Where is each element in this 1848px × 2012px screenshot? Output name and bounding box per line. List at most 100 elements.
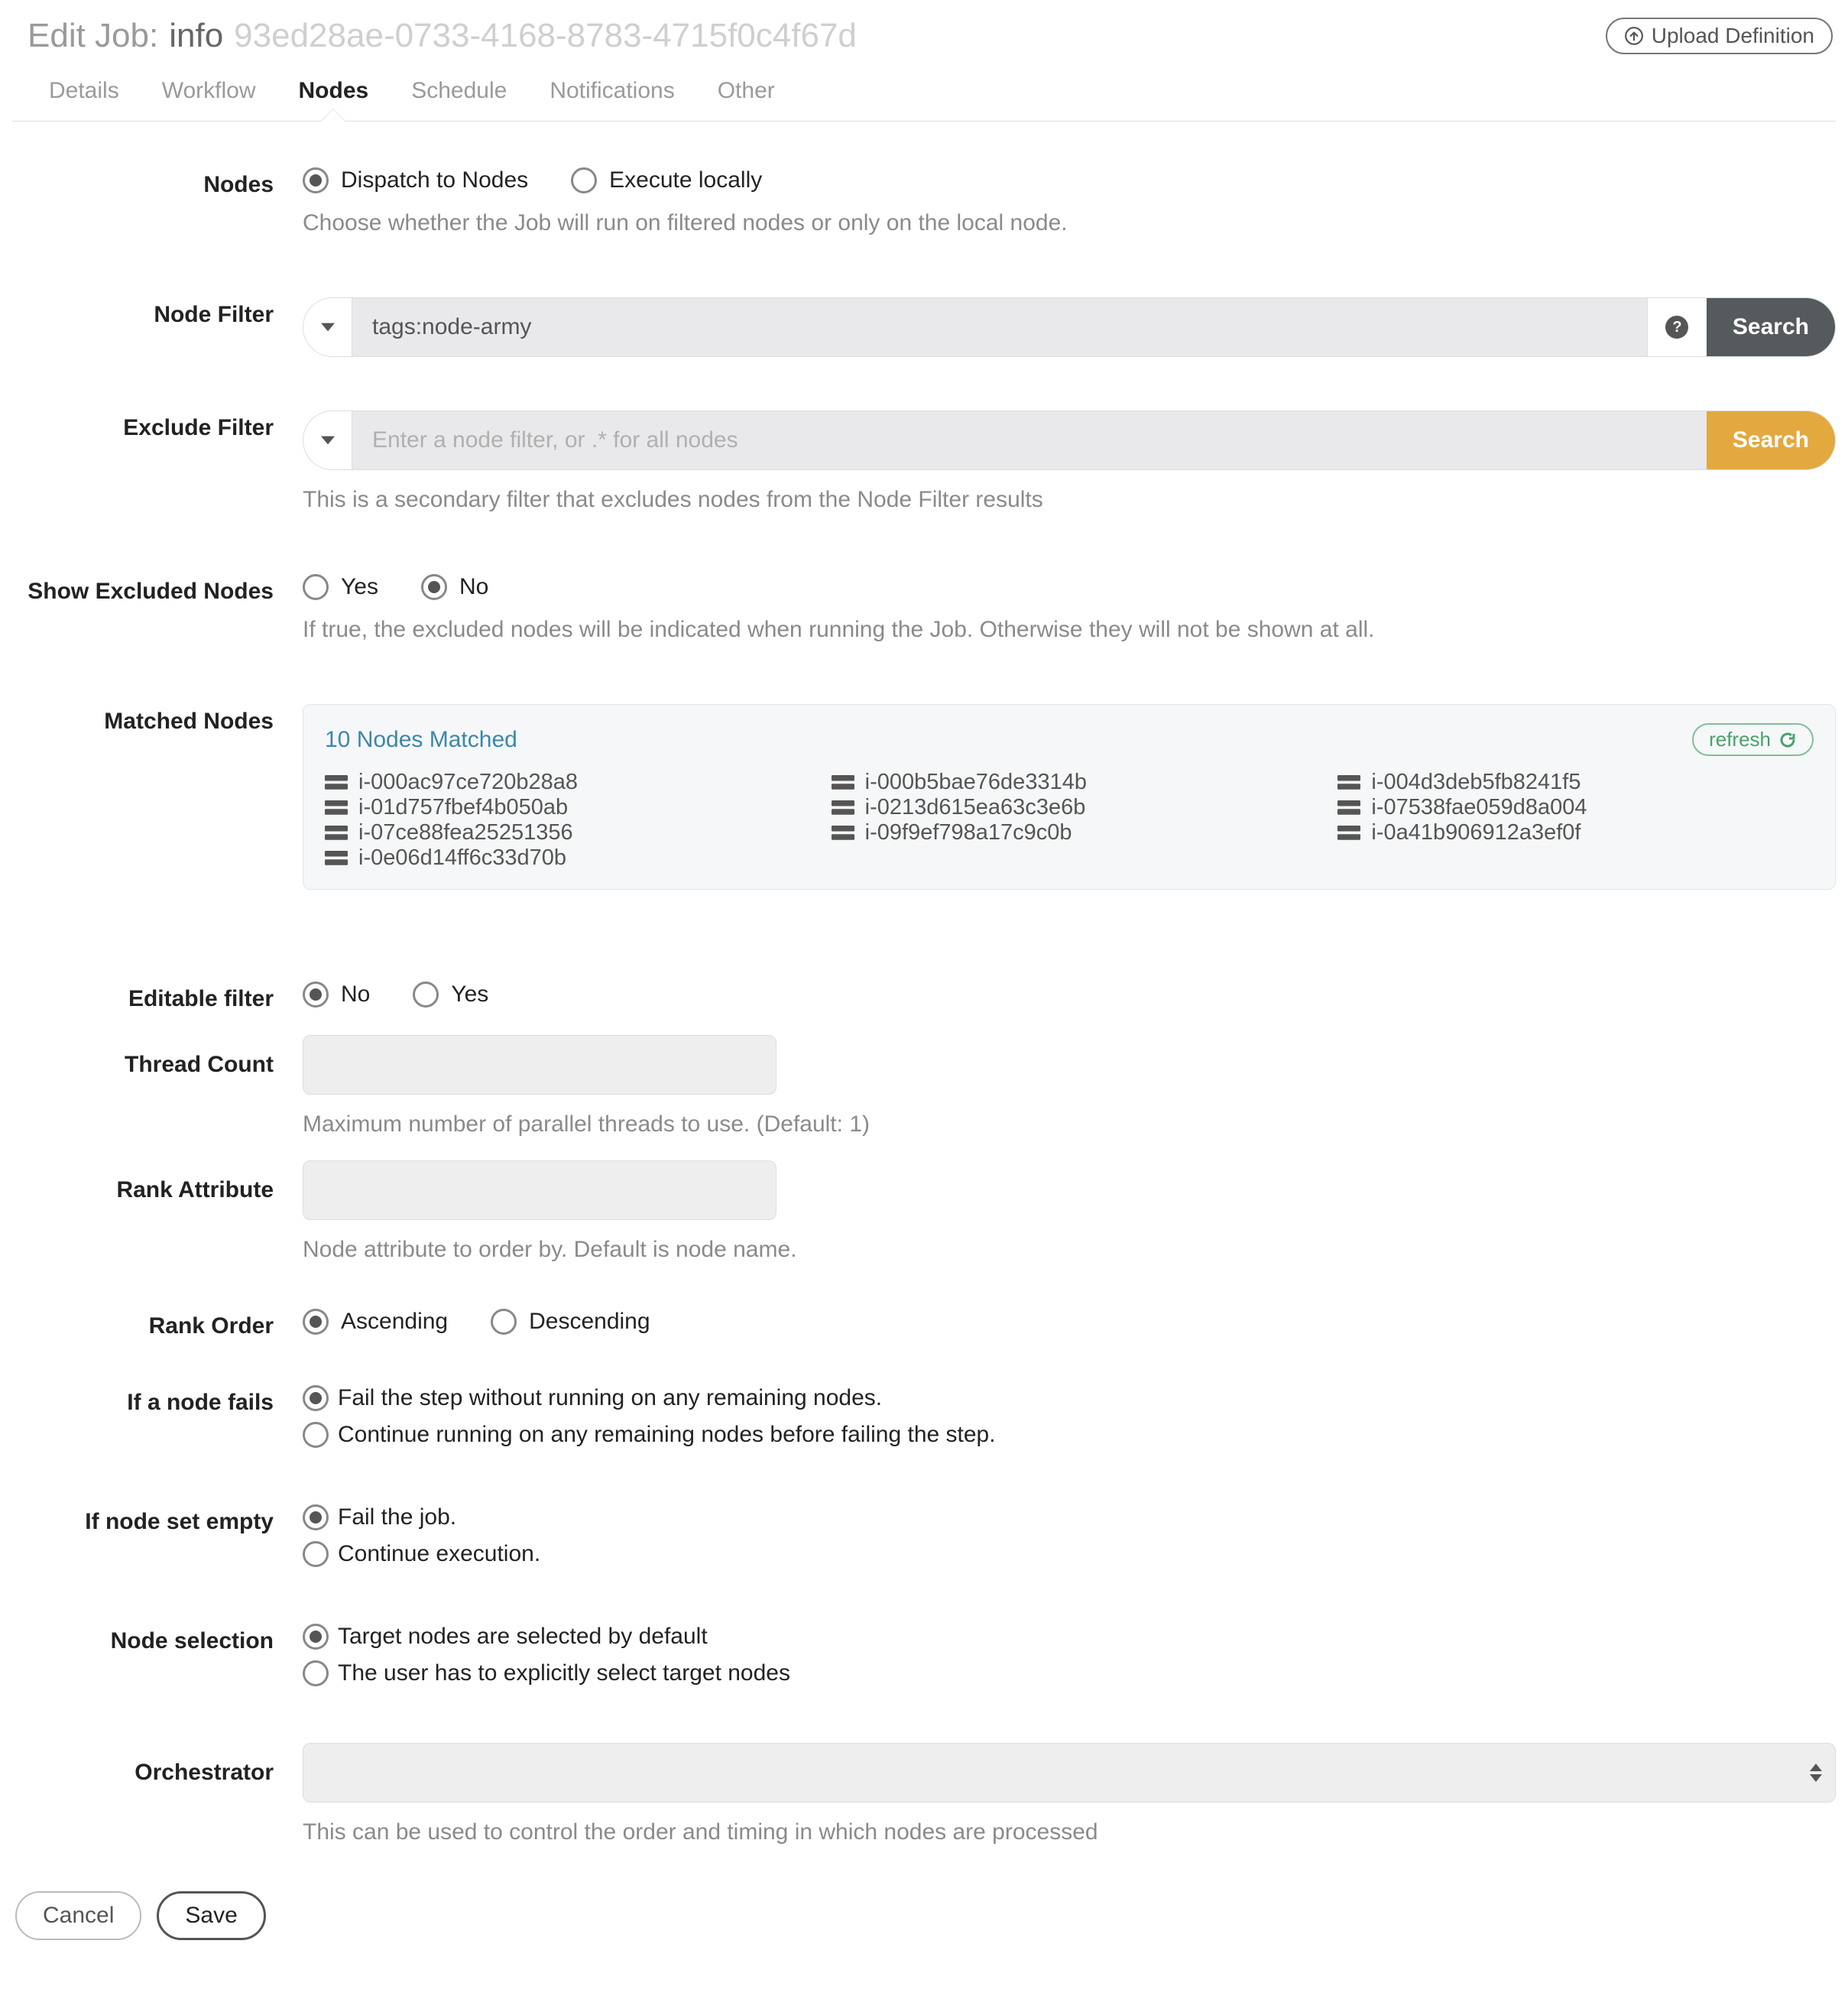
hdd-icon bbox=[832, 800, 854, 816]
thread-count-help: Maximum number of parallel threads to us… bbox=[303, 1111, 1836, 1137]
hdd-icon bbox=[832, 825, 854, 842]
upload-icon bbox=[1624, 26, 1644, 46]
node-id: i-07ce88fea25251356 bbox=[358, 820, 573, 845]
node-filter-input[interactable] bbox=[352, 298, 1647, 356]
matched-nodes-label: Matched Nodes bbox=[12, 704, 303, 735]
tab-bar: Details Workflow Nodes Schedule Notifica… bbox=[12, 66, 1836, 122]
exclude-filter-input[interactable] bbox=[352, 411, 1707, 469]
matched-nodes-grid: i-000ac97ce720b28a8i-01d757fbef4b050abi-… bbox=[325, 770, 1814, 871]
node-selection-opt1-label: Target nodes are selected by default bbox=[338, 1624, 708, 1650]
tab-other[interactable]: Other bbox=[718, 78, 775, 121]
matched-nodes-panel: 10 Nodes Matched refresh i-000ac97ce720b… bbox=[303, 704, 1836, 890]
node-filter-dropdown[interactable] bbox=[303, 298, 352, 356]
editable-no-radio[interactable] bbox=[303, 982, 329, 1008]
save-button[interactable]: Save bbox=[157, 1891, 265, 1940]
node-empty-label: If node set empty bbox=[12, 1504, 303, 1535]
node-item[interactable]: i-09f9ef798a17c9c0b bbox=[832, 820, 1308, 845]
dispatch-radio[interactable] bbox=[303, 167, 329, 193]
rank-attribute-input[interactable] bbox=[303, 1160, 776, 1220]
node-item[interactable]: i-0e06d14ff6c33d70b bbox=[325, 845, 801, 871]
hdd-icon bbox=[832, 774, 854, 791]
node-id: i-0a41b906912a3ef0f bbox=[1371, 820, 1581, 845]
nodes-label: Nodes bbox=[12, 167, 303, 198]
hdd-icon bbox=[1337, 825, 1360, 842]
page-header: Edit Job: info 93ed28ae-0733-4168-8783-4… bbox=[12, 17, 1836, 66]
exclude-filter-wrap: Search bbox=[303, 411, 1836, 470]
tab-details[interactable]: Details bbox=[49, 78, 119, 121]
thread-count-label: Thread Count bbox=[12, 1035, 303, 1078]
node-item[interactable]: i-0a41b906912a3ef0f bbox=[1337, 820, 1814, 845]
refresh-button[interactable]: refresh bbox=[1692, 723, 1814, 756]
tab-nodes[interactable]: Nodes bbox=[299, 78, 369, 121]
caret-down-icon bbox=[321, 323, 335, 332]
tab-notifications[interactable]: Notifications bbox=[550, 78, 674, 121]
node-id: i-004d3deb5fb8241f5 bbox=[1371, 770, 1581, 795]
upload-definition-button[interactable]: Upload Definition bbox=[1606, 18, 1833, 54]
hdd-icon bbox=[325, 825, 348, 842]
node-item[interactable]: i-01d757fbef4b050ab bbox=[325, 795, 801, 820]
rank-asc-label: Ascending bbox=[341, 1309, 448, 1335]
show-excluded-no-radio[interactable] bbox=[421, 574, 447, 600]
node-filter-wrap: ? Search bbox=[303, 297, 1836, 357]
node-selection-label: Node selection bbox=[12, 1624, 303, 1654]
title-prefix: Edit Job: bbox=[28, 17, 158, 55]
show-excluded-help: If true, the excluded nodes will be indi… bbox=[303, 617, 1836, 643]
orchestrator-select[interactable] bbox=[303, 1743, 1836, 1803]
execute-local-radio[interactable] bbox=[571, 167, 597, 193]
editable-yes-radio[interactable] bbox=[413, 982, 439, 1008]
node-item[interactable]: i-004d3deb5fb8241f5 bbox=[1337, 770, 1814, 795]
rank-order-label: Rank Order bbox=[12, 1309, 303, 1339]
rank-desc-radio[interactable] bbox=[491, 1309, 517, 1335]
upload-definition-label: Upload Definition bbox=[1652, 24, 1814, 48]
thread-count-input[interactable] bbox=[303, 1035, 776, 1095]
question-icon: ? bbox=[1665, 316, 1688, 339]
node-id: i-000b5bae76de3314b bbox=[865, 770, 1087, 795]
node-selection-opt1-radio[interactable] bbox=[303, 1624, 329, 1650]
page-title: Edit Job: info 93ed28ae-0733-4168-8783-4… bbox=[28, 17, 857, 55]
nodes-help: Choose whether the Job will run on filte… bbox=[303, 210, 1836, 236]
exclude-filter-help: This is a secondary filter that excludes… bbox=[303, 487, 1836, 513]
execute-local-label: Execute locally bbox=[609, 167, 762, 193]
node-item[interactable]: i-000b5bae76de3314b bbox=[832, 770, 1308, 795]
matched-summary-link[interactable]: 10 Nodes Matched bbox=[325, 727, 517, 753]
node-fails-opt2-radio[interactable] bbox=[303, 1422, 329, 1448]
node-fails-label: If a node fails bbox=[12, 1385, 303, 1416]
hdd-icon bbox=[325, 850, 348, 867]
hdd-icon bbox=[1337, 774, 1360, 791]
hdd-icon bbox=[1337, 800, 1360, 816]
tab-workflow[interactable]: Workflow bbox=[162, 78, 256, 121]
show-excluded-yes-label: Yes bbox=[341, 574, 378, 600]
orchestrator-help: This can be used to control the order an… bbox=[303, 1819, 1836, 1845]
rank-asc-radio[interactable] bbox=[303, 1309, 329, 1335]
node-empty-opt2-radio[interactable] bbox=[303, 1541, 329, 1567]
node-id: i-09f9ef798a17c9c0b bbox=[865, 820, 1072, 845]
refresh-label: refresh bbox=[1709, 728, 1771, 751]
refresh-icon bbox=[1778, 731, 1797, 749]
node-item[interactable]: i-000ac97ce720b28a8 bbox=[325, 770, 801, 795]
exclude-filter-dropdown[interactable] bbox=[303, 411, 352, 469]
node-filter-help-button[interactable]: ? bbox=[1647, 298, 1707, 356]
exclude-filter-search-button[interactable]: Search bbox=[1707, 411, 1835, 469]
node-filter-search-button[interactable]: Search bbox=[1707, 298, 1835, 356]
hdd-icon bbox=[325, 800, 348, 816]
node-item[interactable]: i-07538fae059d8a004 bbox=[1337, 795, 1814, 820]
node-fails-opt1-radio[interactable] bbox=[303, 1385, 329, 1411]
show-excluded-label: Show Excluded Nodes bbox=[12, 574, 303, 605]
node-fails-opt2-label: Continue running on any remaining nodes … bbox=[338, 1422, 996, 1448]
node-selection-opt2-radio[interactable] bbox=[303, 1660, 329, 1686]
rank-attribute-label: Rank Attribute bbox=[12, 1160, 303, 1203]
node-filter-label: Node Filter bbox=[12, 297, 303, 328]
title-jobname: info bbox=[169, 17, 223, 55]
editable-yes-label: Yes bbox=[451, 982, 488, 1008]
node-item[interactable]: i-0213d615ea63c3e6b bbox=[832, 795, 1308, 820]
editable-no-label: No bbox=[341, 982, 370, 1008]
node-item[interactable]: i-07ce88fea25251356 bbox=[325, 820, 801, 845]
tab-schedule[interactable]: Schedule bbox=[411, 78, 507, 121]
node-empty-opt1-radio[interactable] bbox=[303, 1504, 329, 1530]
rank-desc-label: Descending bbox=[529, 1309, 650, 1335]
node-id: i-07538fae059d8a004 bbox=[1371, 795, 1587, 820]
editable-filter-label: Editable filter bbox=[12, 982, 303, 1012]
show-excluded-yes-radio[interactable] bbox=[303, 574, 329, 600]
node-id: i-0e06d14ff6c33d70b bbox=[358, 845, 566, 871]
cancel-button[interactable]: Cancel bbox=[15, 1891, 141, 1940]
